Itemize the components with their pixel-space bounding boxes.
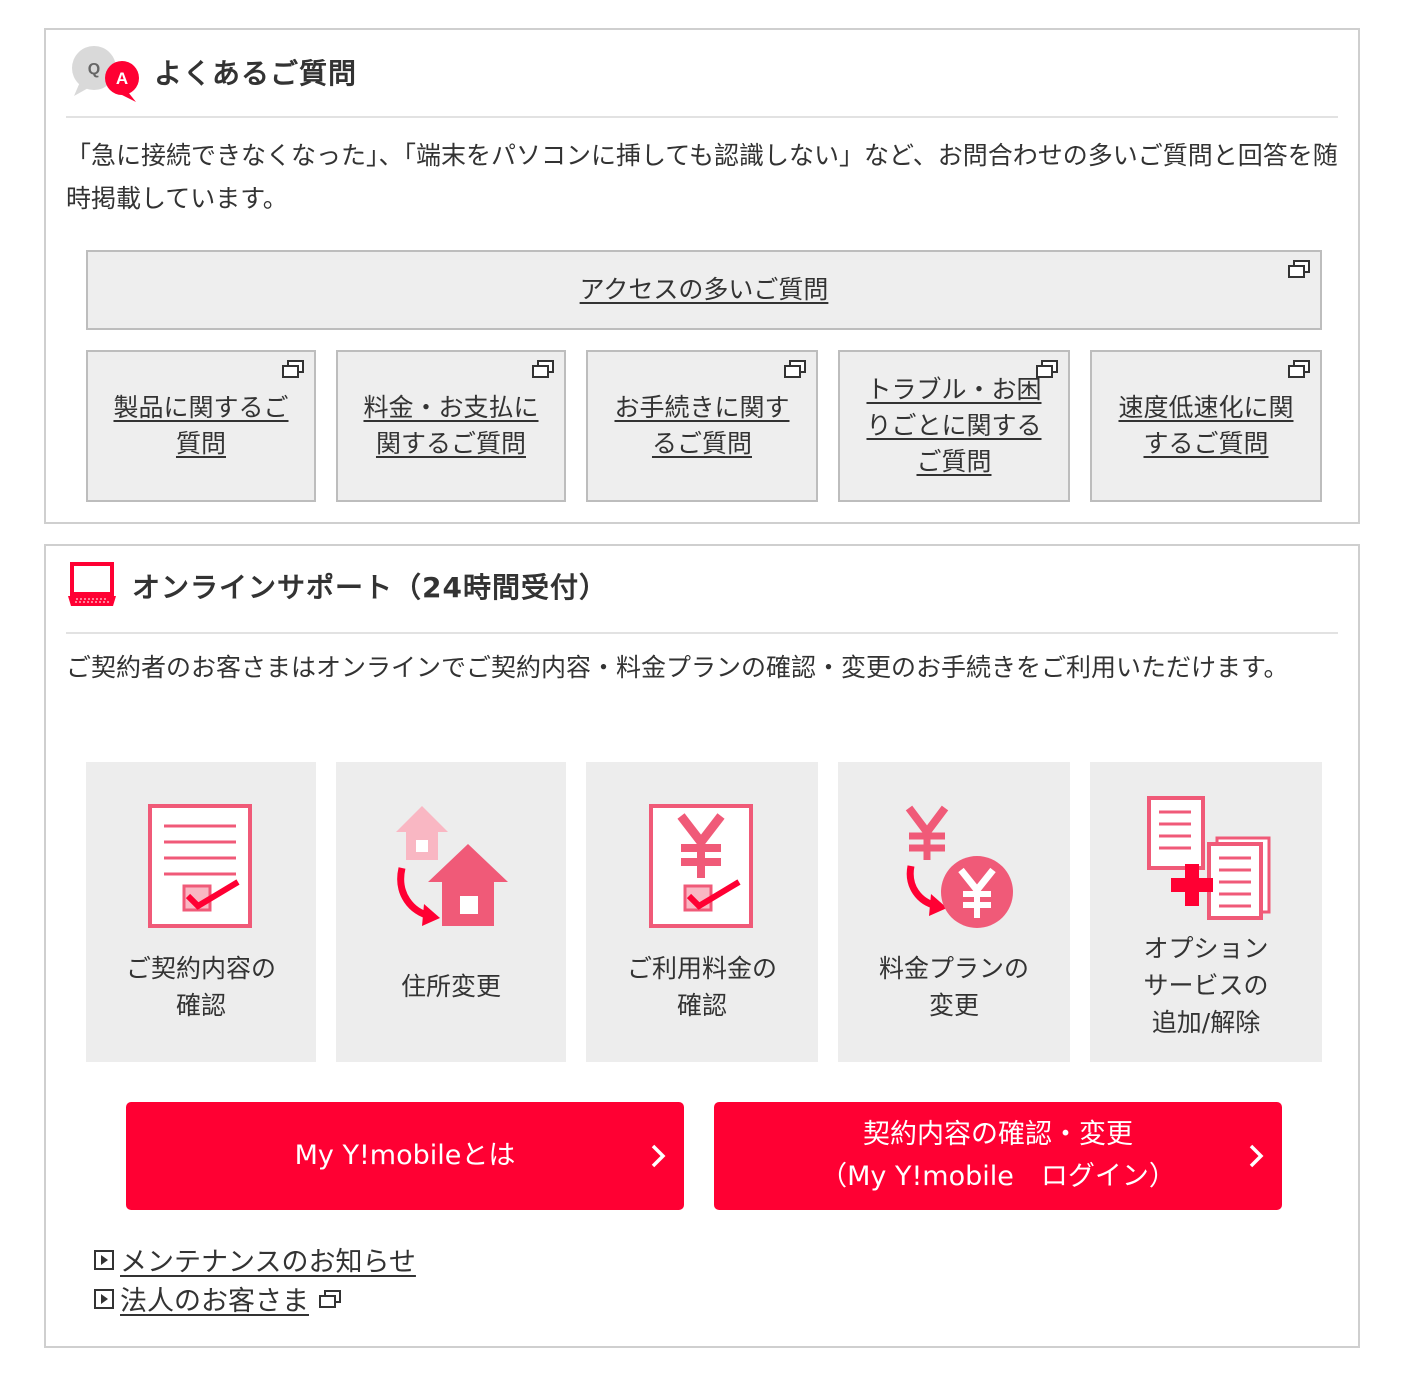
external-window-icon xyxy=(282,360,304,378)
online-support-header: オンラインサポート（24時間受付） xyxy=(66,546,1338,634)
popular-faq-label: アクセスの多いご質問 xyxy=(579,275,829,304)
plan-change-icon xyxy=(905,805,1013,928)
login-my-ymobile-label: 契約内容の確認・変更 （My Y!mobile ログイン） xyxy=(820,1119,1176,1192)
faq-title: よくあるご質問 xyxy=(154,57,358,90)
faq-category-products[interactable]: 製品に関するご質問 xyxy=(86,350,316,502)
chevron-right-icon xyxy=(1249,1144,1264,1168)
link-row: 法人のお客さま xyxy=(94,1279,416,1318)
corporate-customers-link[interactable]: 法人のお客さま xyxy=(120,1279,309,1318)
svg-text:Q: Q xyxy=(88,61,100,78)
external-window-icon xyxy=(784,360,806,378)
tile-contract-check[interactable]: ご契約内容の 確認 xyxy=(86,762,316,1062)
faq-category-label: 料金・お支払に関するご質問 xyxy=(363,393,539,458)
popular-faq-button[interactable]: アクセスの多いご質問 xyxy=(86,250,1322,330)
contract-check-icon xyxy=(148,804,252,928)
tile-address-change[interactable]: 住所変更 xyxy=(336,762,566,1062)
online-support-title: オンラインサポート（24時間受付） xyxy=(132,571,608,604)
faq-header: Q A よくあるご質問 xyxy=(66,30,1338,118)
tile-label: 料金プランの 変更 xyxy=(878,954,1029,1020)
faq-category-trouble[interactable]: トラブル・お困りごとに関するご質問 xyxy=(838,350,1070,502)
faq-category-billing[interactable]: 料金・お支払に関するご質問 xyxy=(336,350,566,502)
chevron-right-icon xyxy=(651,1144,666,1168)
triangle-right-icon xyxy=(94,1288,114,1309)
external-window-icon xyxy=(532,360,554,378)
address-change-icon xyxy=(396,806,508,926)
online-support-description: ご契約者のお客さまはオンラインでご契約内容・料金プランの確認・変更のお手続きをご… xyxy=(66,653,1289,682)
svg-text:A: A xyxy=(116,69,128,88)
link-row: メンテナンスのお知らせ xyxy=(94,1240,416,1279)
maintenance-link[interactable]: メンテナンスのお知らせ xyxy=(120,1240,416,1279)
online-support-section: オンラインサポート（24時間受付） ご契約者のお客さまはオンラインでご契約内容・… xyxy=(44,544,1360,1348)
faq-category-procedures[interactable]: お手続きに関するご質問 xyxy=(586,350,818,502)
login-my-ymobile-button[interactable]: 契約内容の確認・変更 （My Y!mobile ログイン） xyxy=(714,1102,1282,1210)
tile-option-service[interactable]: オプション サービスの 追加/解除 xyxy=(1090,762,1322,1062)
about-my-ymobile-button[interactable]: My Y!mobileとは xyxy=(126,1102,684,1210)
tile-label: ご利用料金の 確認 xyxy=(626,954,777,1020)
faq-description: 「急に接続できなくなった」、「端末をパソコンに挿しても認識しない」など、お問合わ… xyxy=(66,141,1338,213)
faq-category-speed[interactable]: 速度低速化に関するご質問 xyxy=(1090,350,1322,502)
faq-category-label: お手続きに関するご質問 xyxy=(614,393,790,458)
faq-category-label: トラブル・お困りごとに関するご質問 xyxy=(866,375,1042,476)
about-my-ymobile-label: My Y!mobileとは xyxy=(294,1140,516,1171)
tile-plan-change[interactable]: 料金プランの 変更 xyxy=(838,762,1070,1062)
faq-category-label: 速度低速化に関するご質問 xyxy=(1118,393,1294,458)
tile-label: 住所変更 xyxy=(400,972,501,1001)
faq-category-label: 製品に関するご質問 xyxy=(113,393,289,458)
qa-icon: Q A xyxy=(72,46,139,102)
triangle-right-icon xyxy=(94,1249,114,1270)
external-window-icon xyxy=(319,1289,341,1308)
option-service-icon xyxy=(1147,796,1271,920)
tile-label: オプション サービスの 追加/解除 xyxy=(1143,934,1269,1037)
external-window-icon xyxy=(1036,360,1058,378)
external-window-icon xyxy=(1288,360,1310,378)
tile-bill-check[interactable]: ご利用料金の 確認 xyxy=(586,762,818,1062)
tile-label: ご契約内容の 確認 xyxy=(125,954,276,1020)
support-links: メンテナンスのお知らせ 法人のお客さま xyxy=(94,1240,416,1318)
external-window-icon xyxy=(1288,260,1310,278)
bill-check-icon xyxy=(649,804,753,928)
faq-section: Q A よくあるご質問 「急に接続できなくなった」、「端末をパソコンに挿しても認… xyxy=(44,28,1360,524)
laptop-icon xyxy=(68,562,116,606)
